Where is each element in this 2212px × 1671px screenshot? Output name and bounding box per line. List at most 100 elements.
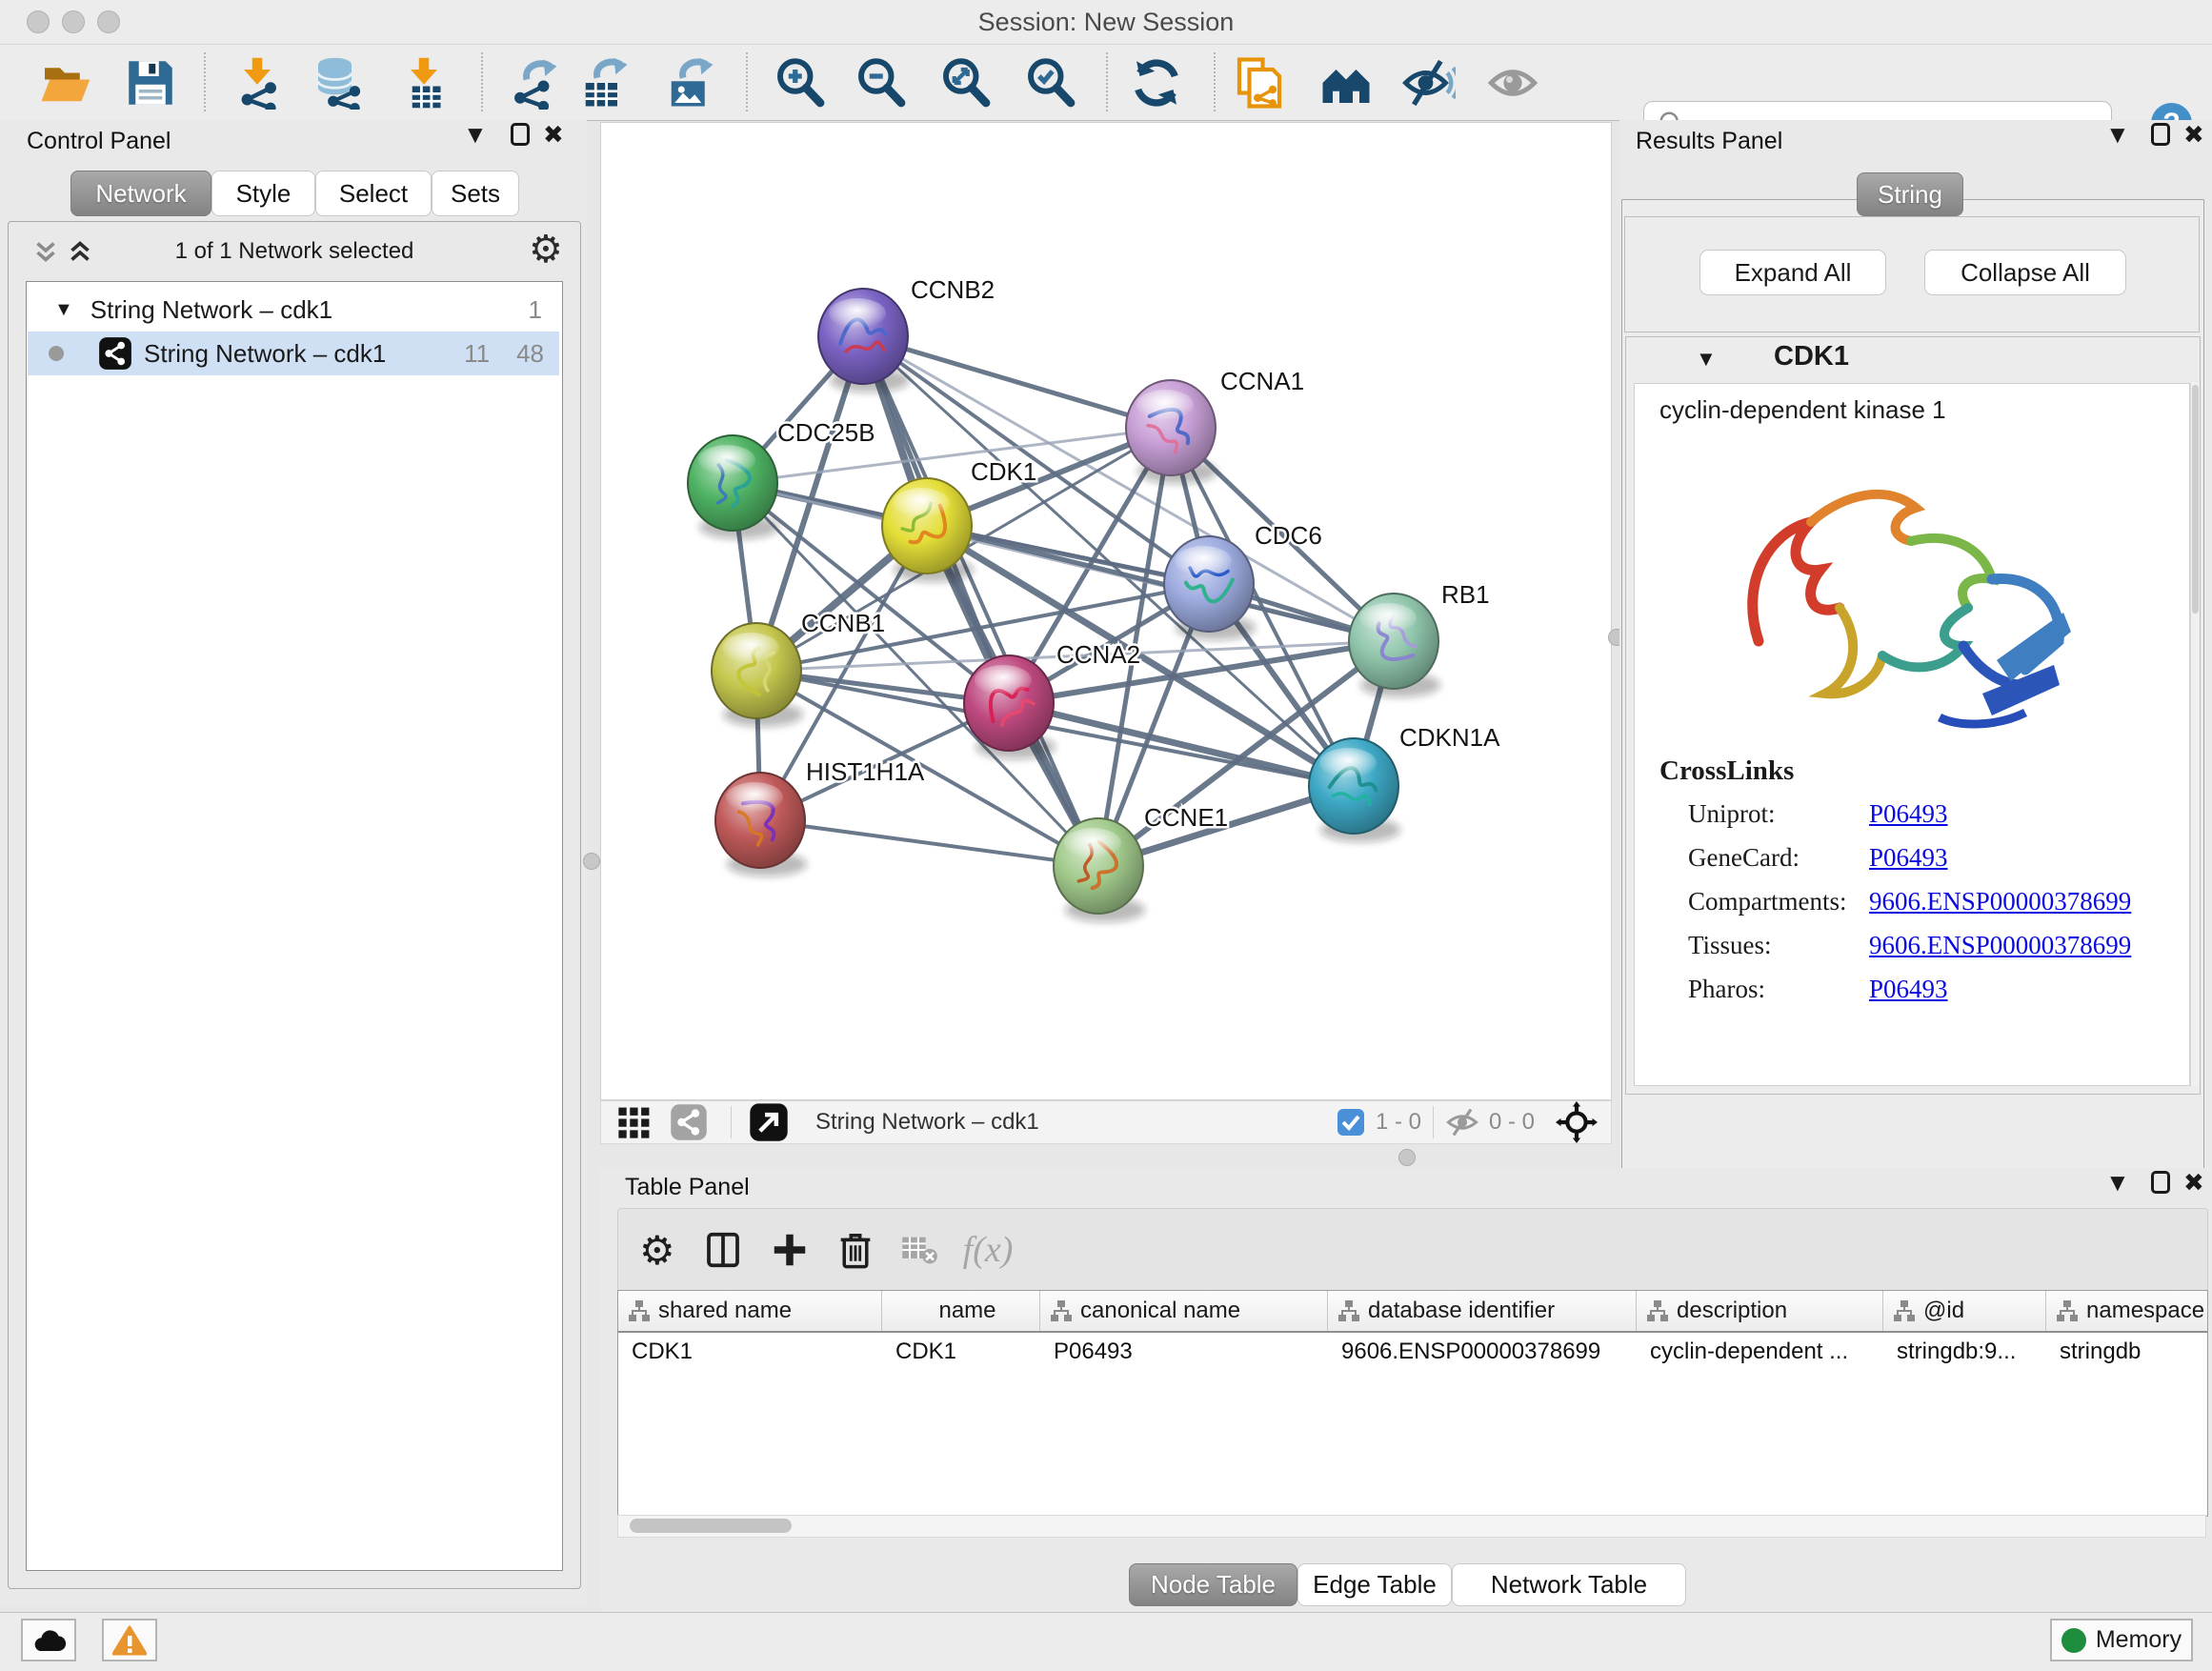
float-panel-icon[interactable]: ▼ <box>463 120 488 149</box>
close-panel-icon[interactable]: ✖ <box>543 120 564 149</box>
import-network-from-file-icon[interactable] <box>231 56 284 110</box>
table-settings-gear-icon[interactable]: ⚙ <box>639 1227 675 1274</box>
column-header-database-identifier[interactable]: database identifier <box>1328 1291 1637 1331</box>
string-network-badge-icon[interactable] <box>670 1103 708 1141</box>
results-panel-title: Results Panel <box>1636 128 1782 155</box>
zoom-fit-icon[interactable] <box>939 56 993 110</box>
network-view-canvas[interactable]: CCNB2CCNA1CDC25BCDK1CDC6RB1CCNB1CCNA2CDK… <box>600 122 1612 1100</box>
crosslink-label: Pharos: <box>1688 975 1765 1004</box>
refresh-network-view-icon[interactable] <box>1130 56 1183 110</box>
selected-checkbox-icon[interactable] <box>1336 1107 1366 1137</box>
table-cell[interactable]: CDK1 <box>895 1339 1035 1365</box>
node-table[interactable]: shared namenamecanonical namedatabase id… <box>617 1290 2208 1517</box>
export-table-icon[interactable] <box>577 56 631 110</box>
crosslink-link[interactable]: 9606.ENSP00000378699 <box>1869 887 2131 916</box>
home-networks-icon[interactable] <box>1319 56 1373 110</box>
column-header-canonical-name[interactable]: canonical name <box>1040 1291 1328 1331</box>
import-network-from-database-icon[interactable] <box>312 56 365 110</box>
close-panel-icon[interactable]: ✖ <box>2183 1168 2204 1197</box>
collapse-all-networks-icon[interactable] <box>30 235 62 268</box>
tab-edge-table[interactable]: Edge Table <box>1297 1563 1452 1606</box>
zoom-in-icon[interactable] <box>774 56 827 110</box>
network-edge[interactable] <box>863 336 1098 866</box>
table-header-row: shared namenamecanonical namedatabase id… <box>618 1291 2208 1333</box>
node-label: CDKN1A <box>1399 723 1500 752</box>
memory-button[interactable]: Memory <box>2050 1619 2193 1661</box>
fit-selected-crosshair-icon[interactable] <box>1556 1101 1598 1143</box>
zoom-out-icon[interactable] <box>855 56 908 110</box>
network-node-ccnb1[interactable]: CCNB1 <box>712 609 885 727</box>
zoom-selected-icon[interactable] <box>1024 56 1077 110</box>
vertical-splitter-handle[interactable] <box>583 853 600 870</box>
warnings-button[interactable] <box>102 1619 157 1661</box>
cloud-button[interactable] <box>21 1619 76 1661</box>
crosslink-link[interactable]: P06493 <box>1869 975 1948 1004</box>
column-header-description[interactable]: description <box>1637 1291 1883 1331</box>
table-horizontal-scrollbar[interactable] <box>617 1515 2206 1538</box>
table-panel-title: Table Panel <box>625 1174 750 1201</box>
network-node-cdkn1a[interactable]: CDKN1A <box>1309 723 1500 842</box>
collapse-node-triangle-icon[interactable]: ▼ <box>1696 347 1717 372</box>
close-panel-icon[interactable]: ✖ <box>2183 120 2204 149</box>
expand-all-button[interactable]: Expand All <box>1699 250 1886 295</box>
delete-column-trash-icon[interactable] <box>837 1231 874 1269</box>
open-in-browser-icon[interactable] <box>749 1102 789 1142</box>
table-scrollbar-thumb[interactable] <box>630 1519 792 1533</box>
network-list-options-gear-icon[interactable]: ⚙ <box>529 228 563 272</box>
float-panel-icon[interactable]: ▼ <box>2105 120 2130 149</box>
tab-node-table[interactable]: Node Table <box>1129 1563 1297 1606</box>
network-collection-row[interactable]: ▼ String Network – cdk1 1 <box>28 288 559 332</box>
crosslink-link[interactable]: P06493 <box>1869 843 1948 873</box>
network-node-hist1h1a[interactable]: HIST1H1A <box>715 757 925 876</box>
table-cell[interactable]: 9606.ENSP00000378699 <box>1341 1339 1631 1365</box>
maximize-panel-icon[interactable] <box>2151 123 2170 146</box>
duplicate-network-icon[interactable] <box>1233 56 1286 110</box>
crosslink-link[interactable]: P06493 <box>1869 799 1948 829</box>
column-header--id[interactable]: @id <box>1883 1291 2046 1331</box>
maximize-panel-icon[interactable] <box>2151 1171 2170 1194</box>
column-header-shared-name[interactable]: shared name <box>618 1291 882 1331</box>
results-scrollbar-thumb[interactable] <box>2192 385 2199 614</box>
tab-style[interactable]: Style <box>211 171 315 216</box>
export-network-icon[interactable] <box>507 56 560 110</box>
function-builder-icon[interactable]: f(x) <box>963 1229 1014 1271</box>
table-cell[interactable]: cyclin-dependent ... <box>1650 1339 1878 1365</box>
table-cell[interactable]: stringdb:9... <box>1897 1339 2041 1365</box>
column-header-namespace[interactable]: namespace <box>2046 1291 2208 1331</box>
network-node-cdc6[interactable]: CDC6 <box>1164 521 1322 640</box>
crosslink-link[interactable]: 9606.ENSP00000378699 <box>1869 931 2131 960</box>
column-header-name[interactable]: name <box>882 1291 1040 1331</box>
save-session-icon[interactable] <box>124 56 177 110</box>
open-file-icon[interactable] <box>38 56 91 110</box>
export-image-icon[interactable] <box>663 56 716 110</box>
float-panel-icon[interactable]: ▼ <box>2105 1168 2130 1197</box>
expand-all-networks-icon[interactable] <box>64 235 96 268</box>
network-node-ccna1[interactable]: CCNA1 <box>1126 367 1304 484</box>
tab-network-table[interactable]: Network Table <box>1452 1563 1686 1606</box>
tab-string[interactable]: String <box>1857 172 1963 216</box>
show-all-eye-icon[interactable] <box>1486 56 1539 110</box>
network-edge[interactable] <box>760 820 1098 866</box>
table-cell[interactable]: stringdb <box>2060 1339 2208 1365</box>
tab-sets[interactable]: Sets <box>432 171 519 216</box>
table-cell[interactable]: CDK1 <box>632 1339 876 1365</box>
hide-selected-eye-slash-icon[interactable] <box>1402 56 1456 110</box>
add-column-icon[interactable] <box>771 1231 809 1269</box>
results-panel: Results Panel ▼ ✖ String Expand All Coll… <box>1619 120 2212 1168</box>
delete-table-icon[interactable] <box>900 1233 938 1267</box>
maximize-panel-icon[interactable] <box>511 123 530 146</box>
toolbar-separator <box>1214 52 1216 111</box>
table-cell[interactable]: P06493 <box>1054 1339 1322 1365</box>
results-scrollbar[interactable] <box>2190 383 2200 1086</box>
tab-network[interactable]: Network <box>70 171 211 216</box>
tab-select[interactable]: Select <box>315 171 432 216</box>
string-network-graph[interactable]: CCNB2CCNA1CDC25BCDK1CDC6RB1CCNB1CCNA2CDK… <box>601 123 1611 1099</box>
birds-eye-grid-icon[interactable] <box>616 1104 653 1140</box>
horizontal-splitter-handle[interactable] <box>1398 1149 1416 1166</box>
import-table-from-file-icon[interactable] <box>397 56 451 110</box>
collapse-all-button[interactable]: Collapse All <box>1924 250 2126 295</box>
collapse-triangle-icon[interactable]: ▼ <box>54 299 73 321</box>
show-columns-icon[interactable] <box>704 1231 742 1269</box>
network-row[interactable]: String Network – cdk1 11 48 <box>28 332 559 375</box>
network-node-rb1[interactable]: RB1 <box>1349 580 1490 697</box>
